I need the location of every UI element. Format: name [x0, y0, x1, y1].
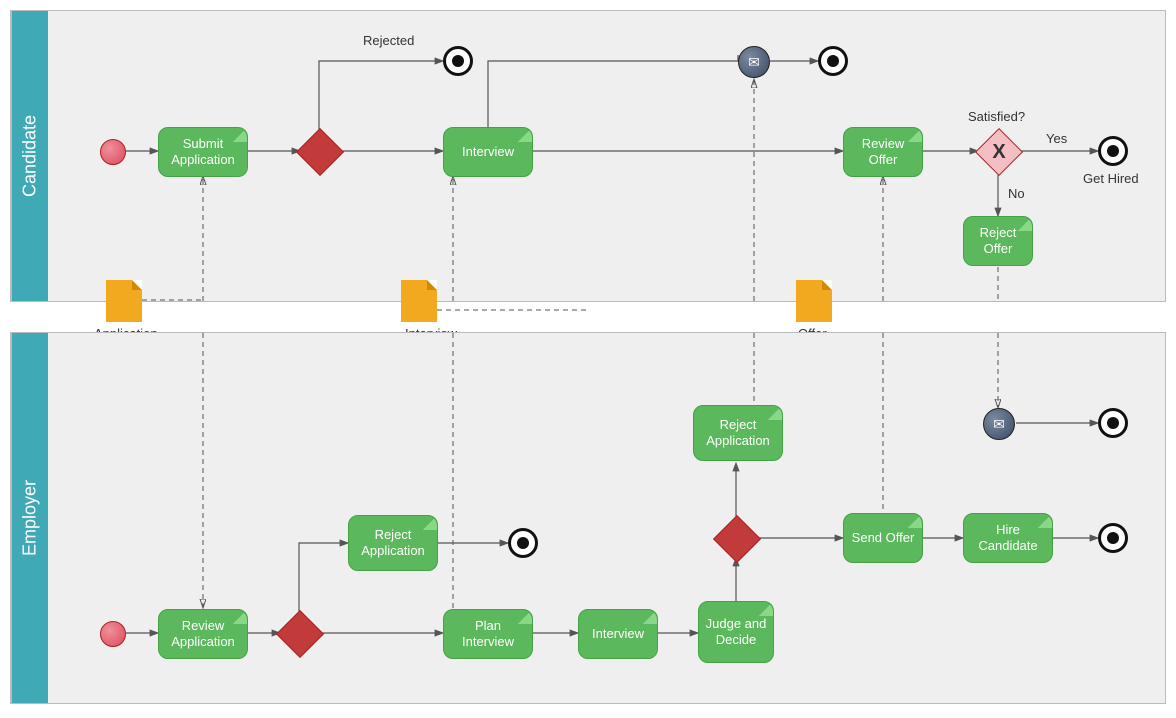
pool-employer-header: Employer: [11, 333, 48, 703]
employer-message-event: ✉: [983, 408, 1015, 440]
artifact-application: [106, 280, 142, 322]
task-reject-application-1: Reject Application: [348, 515, 438, 571]
task-label: Submit Application: [163, 136, 243, 167]
candidate-gateway-satisfied: X: [975, 128, 1023, 176]
task-candidate-interview: Interview: [443, 127, 533, 177]
artifact-offer: [796, 280, 832, 322]
pool-employer: Employer: [10, 332, 1166, 704]
task-label: Review Application: [163, 618, 243, 649]
task-review-application: Review Application: [158, 609, 248, 659]
employer-gateway-1: [276, 610, 324, 658]
task-label: Reject Application: [353, 527, 433, 558]
employer-end-hire: [1098, 523, 1128, 553]
pool-employer-body: Review Application Reject Application Pl…: [48, 333, 1165, 703]
rejected-label: Rejected: [363, 33, 414, 48]
task-label: Send Offer: [852, 530, 915, 546]
candidate-end-msg: [818, 46, 848, 76]
yes-label: Yes: [1046, 131, 1067, 146]
employer-start-event: [100, 621, 126, 647]
pool-candidate-body: Submit Application Rejected Interview ✉ …: [48, 11, 1165, 301]
task-judge-decide: Judge and Decide: [698, 601, 774, 663]
employer-end-msg: [1098, 408, 1128, 438]
artifact-interview-invitation: [401, 280, 437, 322]
task-reject-application-2: Reject Application: [693, 405, 783, 461]
diagram-container: Candidate: [10, 10, 1166, 704]
task-label: Interview: [462, 144, 514, 160]
task-send-offer: Send Offer: [843, 513, 923, 563]
candidate-end-hired: [1098, 136, 1128, 166]
employer-end-reject1: [508, 528, 538, 558]
task-label: Plan Interview: [448, 618, 528, 649]
task-review-offer: Review Offer: [843, 127, 923, 177]
candidate-start-event: [100, 139, 126, 165]
candidate-gateway-1: [296, 128, 344, 176]
task-submit-application: Submit Application: [158, 127, 248, 177]
candidate-message-event: ✉: [738, 46, 770, 78]
pool-candidate-header: Candidate: [11, 11, 48, 301]
task-label: Judge and Decide: [703, 616, 769, 647]
get-hired-label: Get Hired: [1083, 171, 1139, 186]
employer-gateway-2: [713, 515, 761, 563]
task-hire-candidate: Hire Candidate: [963, 513, 1053, 563]
candidate-end-rejected: [443, 46, 473, 76]
task-plan-interview: Plan Interview: [443, 609, 533, 659]
task-label: Hire Candidate: [968, 522, 1048, 553]
task-label: Interview: [592, 626, 644, 642]
satisfied-label: Satisfied?: [968, 109, 1025, 124]
task-employer-interview: Interview: [578, 609, 658, 659]
no-label: No: [1008, 186, 1025, 201]
pool-candidate: Candidate: [10, 10, 1166, 302]
task-label: Reject Application: [698, 417, 778, 448]
task-reject-offer: Reject Offer: [963, 216, 1033, 266]
